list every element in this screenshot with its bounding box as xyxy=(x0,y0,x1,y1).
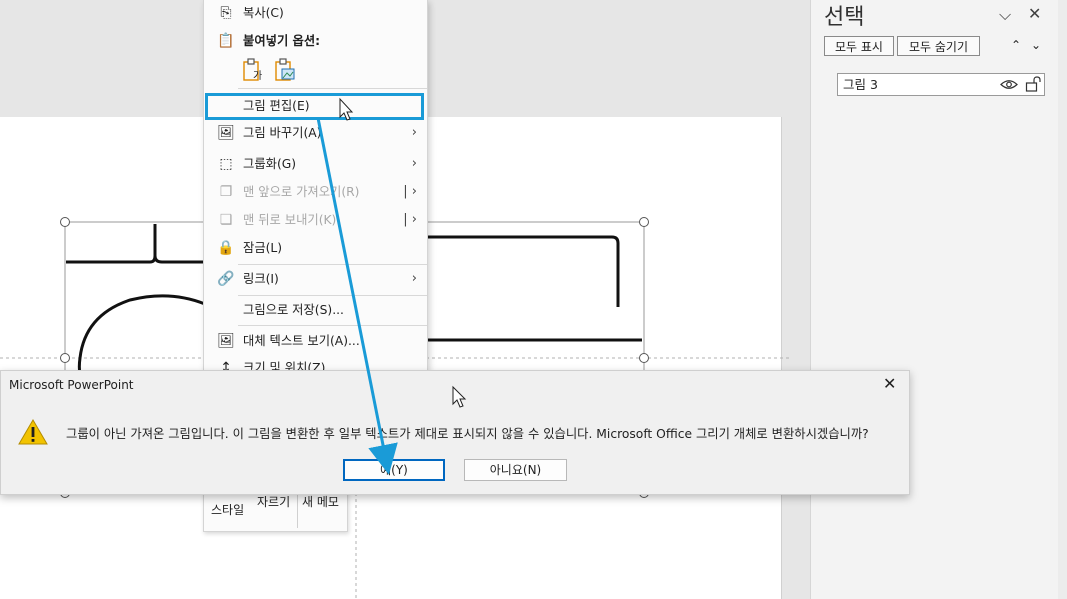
menu-item-bring-to-front: ❐ 맨 앞으로 가져오기(R) | › xyxy=(204,178,427,206)
link-icon: 🔗 xyxy=(217,271,235,287)
dialog-message: 그룹이 아닌 가져온 그림입니다. 이 그림을 변환한 후 일부 텍스트가 제대… xyxy=(66,427,869,441)
context-menu: ⎘ 복사(C) 📋 붙여넣기 옵션: 가 그림 편집(E) 🖼 그림 바꾸기(A… xyxy=(203,0,428,371)
picture-stroke-4 xyxy=(77,294,206,381)
show-all-button[interactable]: 모두 표시 xyxy=(824,36,894,56)
crop-button[interactable]: 자르기 xyxy=(257,493,290,510)
resize-handle xyxy=(60,353,70,363)
menu-item-size-position[interactable]: ↕ 크기 및 위치(Z)... xyxy=(204,354,427,370)
group-icon: ⬚ xyxy=(219,156,233,172)
menu-item-group[interactable]: ⬚ 그룹화(G) › xyxy=(204,150,427,178)
chevron-right-icon: › xyxy=(411,156,417,171)
resize-handle xyxy=(60,217,70,227)
close-icon[interactable]: ✕ xyxy=(1028,4,1041,23)
picture-stroke-1 xyxy=(66,224,205,264)
menu-item-alt-text[interactable]: 🖼 대체 텍스트 보기(A)... xyxy=(204,327,427,355)
unlock-icon[interactable] xyxy=(1025,76,1041,92)
resize-handle xyxy=(639,353,649,363)
move-down-icon[interactable]: ⌄ xyxy=(1031,38,1041,52)
pane-title: 선택 xyxy=(824,5,865,30)
copy-icon: ⎘ xyxy=(220,5,232,21)
eye-icon[interactable] xyxy=(1000,78,1018,91)
size-position-icon: ↕ xyxy=(220,360,232,370)
confirm-dialog: Microsoft PowerPoint ✕ 그룹이 아닌 가져온 그림입니다.… xyxy=(0,370,910,495)
alt-text-icon: 🖼 xyxy=(217,333,235,349)
menu-item-copy[interactable]: ⎘ 복사(C) xyxy=(204,0,427,27)
clipboard-icon: 📋 xyxy=(217,33,235,49)
close-icon[interactable]: ✕ xyxy=(883,374,896,393)
no-button[interactable]: 아니요(N) xyxy=(464,459,567,481)
chevron-right-icon: | › xyxy=(403,184,417,199)
highlight-box xyxy=(205,93,424,120)
menu-paste-options-header: 📋 붙여넣기 옵션: xyxy=(204,27,427,55)
change-picture-icon: 🖼 xyxy=(217,125,235,141)
menu-item-change-picture[interactable]: 🖼 그림 바꾸기(A) › xyxy=(204,119,427,147)
yes-button[interactable]: 예(Y) xyxy=(343,459,445,481)
paste-keep-text-icon[interactable]: 가 xyxy=(242,58,262,82)
chevron-right-icon: › xyxy=(411,125,417,140)
selection-item[interactable]: 그림 3 xyxy=(837,73,1045,96)
selection-pane: 선택 ⌵ ✕ 모두 표시 모두 숨기기 ⌃ ⌄ 그림 3 xyxy=(810,0,1058,599)
hide-all-button[interactable]: 모두 숨기기 xyxy=(897,36,980,56)
menu-separator xyxy=(238,88,427,89)
scrollbar[interactable] xyxy=(1058,0,1067,599)
menu-item-save-as-picture[interactable]: 그림으로 저장(S)... xyxy=(204,296,427,324)
style-button[interactable]: 스타일 xyxy=(211,501,244,518)
menu-item-link[interactable]: 🔗 링크(I) › xyxy=(204,265,427,293)
menu-item-lock[interactable]: 🔒 잠금(L) xyxy=(204,234,427,262)
chevron-down-icon[interactable]: ⌵ xyxy=(999,5,1011,25)
paste-picture-icon[interactable] xyxy=(274,58,296,82)
svg-text:가: 가 xyxy=(253,70,262,82)
move-up-icon[interactable]: ⌃ xyxy=(1011,38,1021,52)
resize-handle xyxy=(639,217,649,227)
lock-icon: 🔒 xyxy=(217,240,235,256)
bring-to-front-icon: ❐ xyxy=(219,184,233,200)
chevron-right-icon: › xyxy=(411,271,417,286)
picture-stroke-2 xyxy=(425,235,620,307)
menu-separator xyxy=(238,325,427,326)
send-to-back-icon: ❏ xyxy=(219,212,233,228)
new-comment-button[interactable]: 새 메모 xyxy=(302,493,339,510)
warning-icon xyxy=(18,419,48,445)
chevron-right-icon: | › xyxy=(403,212,417,227)
menu-item-send-to-back: ❏ 맨 뒤로 보내기(K) | › xyxy=(204,206,427,234)
dialog-title: Microsoft PowerPoint xyxy=(9,378,134,392)
selection-item-label: 그림 3 xyxy=(843,77,878,92)
